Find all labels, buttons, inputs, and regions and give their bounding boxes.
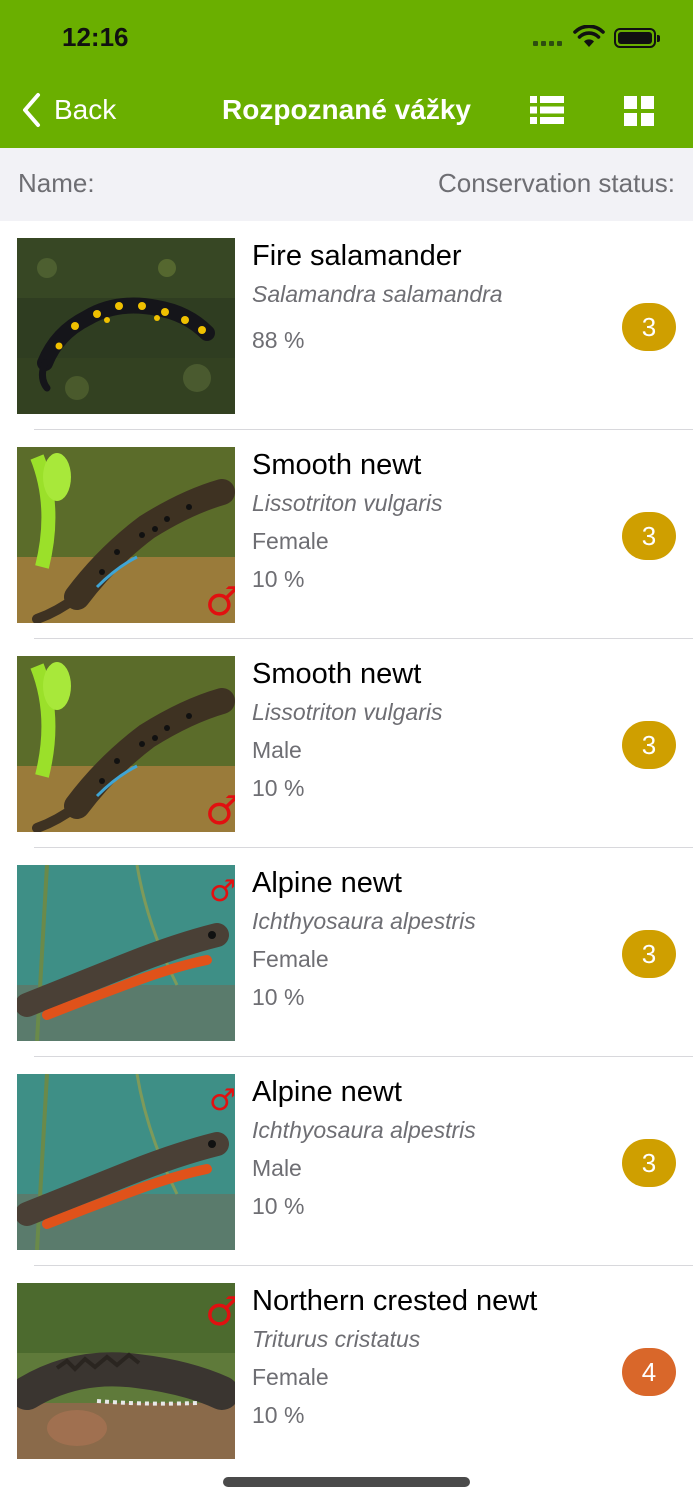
latin-name: Lissotriton vulgaris <box>252 699 443 725</box>
smooth-newt-image: ♂ <box>17 656 235 832</box>
sex-symbol: ♂ <box>205 788 235 832</box>
latin-name: Ichthyosaura alpestris <box>252 908 476 934</box>
grid-view-icon[interactable] <box>624 96 654 126</box>
common-name: Smooth newt <box>252 449 422 481</box>
sex-label: Male <box>252 737 302 763</box>
sex-symbol: ♂ <box>209 874 235 909</box>
list-item[interactable]: ♂ Smooth newt Lissotriton vulgaris Male … <box>0 639 693 848</box>
list-view-icon[interactable] <box>530 95 564 125</box>
match-percent: 10 % <box>252 1193 305 1219</box>
wifi-icon <box>573 25 605 47</box>
sex-label: Female <box>252 946 329 972</box>
latin-name: Ichthyosaura alpestris <box>252 1117 476 1143</box>
common-name: Fire salamander <box>252 240 462 272</box>
cellular-signal-icon <box>533 41 563 47</box>
conservation-status-badge: 3 <box>622 303 676 351</box>
home-indicator[interactable] <box>223 1477 470 1487</box>
conservation-status-badge: 3 <box>622 721 676 769</box>
sex-symbol: ♂ <box>205 1289 235 1335</box>
match-percent: 88 % <box>252 327 305 353</box>
list-item[interactable]: ♂ Alpine newt Ichthyosaura alpestris Fem… <box>0 848 693 1057</box>
list-item[interactable]: ♂ Alpine newt Ichthyosaura alpestris Mal… <box>0 1057 693 1266</box>
sex-label: Male <box>252 1155 302 1181</box>
sex-label: Female <box>252 1364 329 1390</box>
latin-name: Lissotriton vulgaris <box>252 490 443 516</box>
species-list: Fire salamander Salamandra salamandra 88… <box>0 221 693 1475</box>
list-item[interactable]: ♂ Northern crested newt Triturus cristat… <box>0 1266 693 1475</box>
sex-symbol: ♂ <box>209 1083 235 1118</box>
conservation-status-badge: 3 <box>622 512 676 560</box>
conservation-status-badge: 3 <box>622 930 676 978</box>
latin-name: Salamandra salamandra <box>252 281 503 307</box>
status-time: 12:16 <box>62 22 129 52</box>
common-name: Alpine newt <box>252 1076 402 1108</box>
back-button-label: Back <box>54 94 117 125</box>
alpine-newt-image: ♂ <box>17 1074 235 1250</box>
battery-icon <box>614 28 660 48</box>
conservation-status-column-label: Conservation status: <box>437 168 675 198</box>
common-name: Northern crested newt <box>252 1285 538 1317</box>
navigation-bar: 12:16 Back Rozpoznané vážky <box>0 0 693 148</box>
crested-newt-image: ♂ <box>17 1283 235 1459</box>
match-percent: 10 % <box>252 775 305 801</box>
alpine-newt-image: ♂ <box>17 865 235 1041</box>
chevron-left-icon <box>23 93 40 127</box>
back-button[interactable]: Back <box>20 92 116 128</box>
conservation-status-badge: 3 <box>622 1139 676 1187</box>
sex-label: Female <box>252 528 329 554</box>
latin-name: Triturus cristatus <box>252 1326 421 1352</box>
match-percent: 10 % <box>252 566 305 592</box>
list-item[interactable]: ♂ Smooth newt Lissotriton vulgaris Femal… <box>0 430 693 639</box>
list-item[interactable]: Fire salamander Salamandra salamandra 88… <box>0 221 693 430</box>
conservation-status-badge: 4 <box>622 1348 676 1396</box>
list-header: Name: Conservation status: <box>0 148 693 221</box>
name-column-label: Name: <box>18 168 95 198</box>
match-percent: 10 % <box>252 984 305 1010</box>
match-percent: 10 % <box>252 1402 305 1428</box>
fire-salamander-image <box>17 238 235 414</box>
common-name: Smooth newt <box>252 658 422 690</box>
smooth-newt-image: ♂ <box>17 447 235 623</box>
sex-symbol: ♂ <box>205 579 235 623</box>
common-name: Alpine newt <box>252 867 402 899</box>
